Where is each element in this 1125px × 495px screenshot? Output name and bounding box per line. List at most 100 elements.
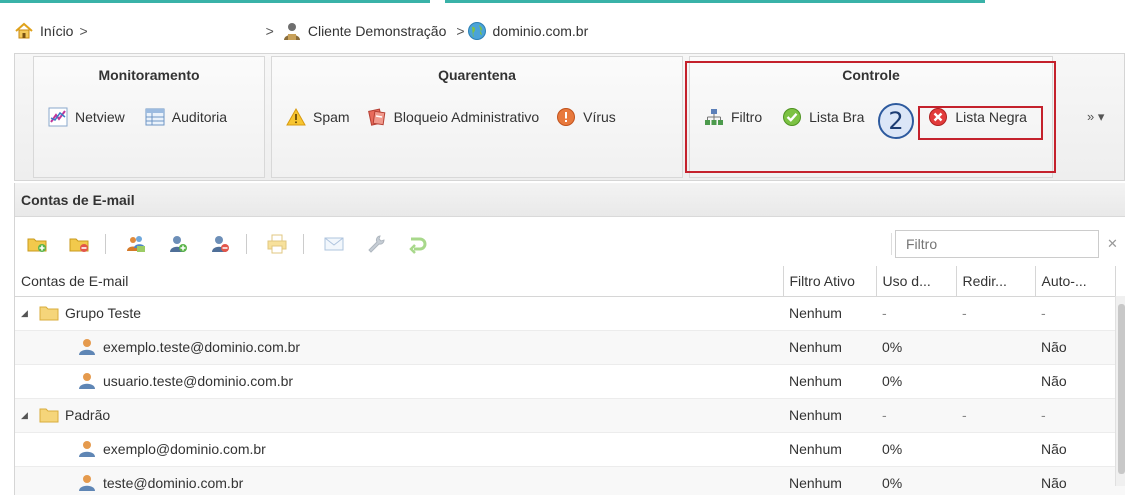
column-header-auto[interactable]: Auto-... (1035, 266, 1116, 297)
uso-cell: - (876, 398, 956, 433)
user-icon (79, 373, 95, 389)
wrench-icon[interactable] (366, 234, 386, 254)
column-header-uso[interactable]: Uso d... (876, 266, 957, 297)
netview-chart-icon (48, 107, 68, 127)
account-email: exemplo.teste@dominio.com.br (103, 339, 301, 355)
table-row[interactable]: ◢ Padrão Nenhum - - - (15, 398, 1125, 433)
bloqueio-administrativo-label: Bloqueio Administrativo (393, 109, 540, 125)
bloqueio-administrativo-button[interactable]: Bloqueio Administrativo (367, 107, 540, 127)
netview-label: Netview (75, 109, 125, 125)
uso-cell: - (876, 296, 956, 331)
virus-button[interactable]: Vírus (556, 107, 616, 127)
cropped-header-strip (0, 0, 1125, 10)
user-icon (79, 339, 95, 355)
ribbon-group-monitoramento: Monitoramento Netview Auditoria (33, 56, 265, 178)
auto-cell: - (1035, 296, 1115, 331)
filtro-ativo-cell: Nenhum (783, 398, 876, 433)
redir-cell (956, 330, 1035, 365)
accounts-toolbar: ✕ (15, 227, 1125, 261)
filtro-ativo-cell: Nenhum (783, 364, 876, 399)
filter-divider (891, 233, 892, 255)
add-user-icon[interactable] (168, 234, 188, 254)
lista-negra-highlight-box (918, 106, 1043, 140)
group-name: Padrão (65, 407, 111, 423)
client-user-icon (283, 23, 300, 40)
table-row[interactable]: exemplo.teste@dominio.com.br Nenhum 0% N… (15, 330, 1125, 365)
spam-button[interactable]: Spam (286, 107, 350, 127)
redir-cell (956, 364, 1035, 399)
breadcrumb-redacted-item (95, 17, 256, 45)
redir-cell: - (956, 296, 1035, 331)
ribbon-group-title: Quarentena (438, 67, 516, 83)
globe-icon (467, 22, 486, 40)
filtro-ativo-cell: Nenhum (783, 296, 876, 331)
scrollbar-thumb[interactable] (1118, 304, 1125, 474)
spam-label: Spam (313, 109, 350, 125)
toolbar-divider (105, 234, 106, 254)
auto-cell: Não (1035, 364, 1115, 399)
audit-table-icon (145, 108, 165, 126)
collapse-triangle-icon[interactable]: ◢ (21, 410, 33, 421)
redir-cell: - (956, 398, 1035, 433)
redir-cell (956, 466, 1035, 495)
remove-user-icon[interactable] (210, 234, 230, 254)
filter-input[interactable] (895, 230, 1099, 258)
email-icon[interactable] (324, 234, 344, 254)
account-email: usuario.teste@dominio.com.br (103, 373, 294, 389)
filtro-ativo-cell: Nenhum (783, 330, 876, 365)
breadcrumb-separator: > (79, 23, 88, 39)
uso-cell: 0% (876, 432, 956, 467)
redirect-arrow-icon[interactable] (408, 234, 428, 254)
table-row[interactable]: teste@dominio.com.br Nenhum 0% Não (15, 466, 1125, 495)
group-name: Grupo Teste (65, 305, 142, 321)
breadcrumb-home-label: Início (40, 23, 74, 39)
ribbon-overflow-menu[interactable]: » ▾ (1087, 109, 1104, 125)
remove-folder-icon[interactable] (69, 234, 89, 254)
breadcrumb-client-label: Cliente Demonstração (307, 23, 447, 39)
filtro-ativo-cell: Nenhum (783, 432, 876, 467)
table-row[interactable]: exemplo@dominio.com.br Nenhum 0% Não (15, 432, 1125, 467)
account-email: teste@dominio.com.br (103, 475, 244, 491)
user-icon (79, 441, 95, 457)
panel-title: Contas de E-mail (15, 183, 1125, 217)
table-header-row: Contas de E-mail Filtro Ativo Uso d... R… (15, 266, 1125, 297)
clear-filter-icon[interactable]: ✕ (1107, 236, 1118, 252)
home-icon (15, 22, 33, 39)
breadcrumb-separator: > (456, 23, 465, 39)
breadcrumb-domain[interactable]: dominio.com.br (467, 21, 589, 41)
auto-cell: Não (1035, 432, 1115, 467)
breadcrumb-client[interactable]: Cliente Demonstração (282, 21, 447, 41)
auditoria-label: Auditoria (171, 109, 228, 125)
breadcrumb-domain-label: dominio.com.br (492, 23, 589, 39)
toolbar-divider (246, 234, 247, 254)
add-folder-icon[interactable] (27, 234, 47, 254)
netview-button[interactable]: Netview (48, 107, 125, 127)
collapse-triangle-icon[interactable]: ◢ (21, 308, 33, 319)
table-row[interactable]: ◢ Grupo Teste Nenhum - - - (15, 296, 1125, 331)
virus-alert-icon (557, 108, 576, 126)
vertical-scrollbar[interactable] (1115, 296, 1125, 486)
virus-label: Vírus (583, 109, 616, 125)
toolbar-divider (303, 234, 304, 254)
breadcrumb: Início > > Cliente Demonstração > domini… (0, 10, 1125, 52)
auto-cell: - (1035, 398, 1115, 433)
step-number-badge: 2 (878, 103, 914, 139)
breadcrumb-home[interactable]: Início (14, 21, 73, 41)
ribbon-group-title: Monitoramento (98, 67, 200, 83)
uso-cell: 0% (876, 330, 956, 365)
breadcrumb-separator: > (265, 23, 274, 39)
auditoria-button[interactable]: Auditoria (145, 107, 227, 127)
uso-cell: 0% (876, 364, 956, 399)
filtro-ativo-cell: Nenhum (783, 466, 876, 495)
column-header-spacer (1115, 266, 1125, 297)
admin-block-icon (367, 108, 385, 126)
column-header-contas[interactable]: Contas de E-mail (15, 266, 784, 297)
accounts-table: Contas de E-mail Filtro Ativo Uso d... R… (15, 266, 1125, 495)
users-group-icon[interactable] (126, 234, 146, 254)
column-header-redirecionamento[interactable]: Redir... (956, 266, 1036, 297)
accounts-panel: Contas de E-mail Filtro ✕ Contas de E-ma… (14, 183, 1125, 495)
print-icon[interactable] (267, 234, 287, 254)
account-email: exemplo@dominio.com.br (103, 441, 266, 457)
column-header-filtro-ativo[interactable]: Filtro Ativo (783, 266, 877, 297)
table-row[interactable]: usuario.teste@dominio.com.br Nenhum 0% N… (15, 364, 1125, 399)
